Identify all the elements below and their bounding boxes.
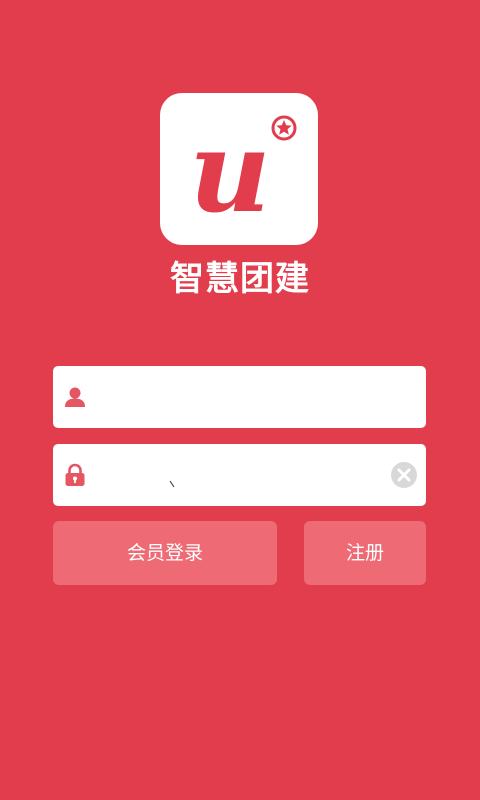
password-input[interactable] bbox=[99, 444, 379, 506]
username-field[interactable] bbox=[53, 366, 426, 428]
username-input[interactable] bbox=[99, 366, 379, 428]
app-title: 智慧团建 bbox=[170, 259, 310, 299]
user-icon bbox=[65, 387, 85, 407]
lock-icon bbox=[65, 463, 85, 486]
password-field[interactable] bbox=[53, 444, 426, 506]
clear-icon[interactable] bbox=[390, 461, 418, 489]
app-logo: u bbox=[160, 93, 318, 245]
app-logo-mark: u bbox=[189, 107, 297, 238]
login-button[interactable]: 会员登录 bbox=[53, 521, 277, 585]
register-button[interactable]: 注册 bbox=[304, 521, 426, 585]
text-cursor-mark bbox=[169, 480, 175, 488]
star-icon bbox=[276, 120, 292, 135]
logo-letter: u bbox=[189, 107, 270, 238]
